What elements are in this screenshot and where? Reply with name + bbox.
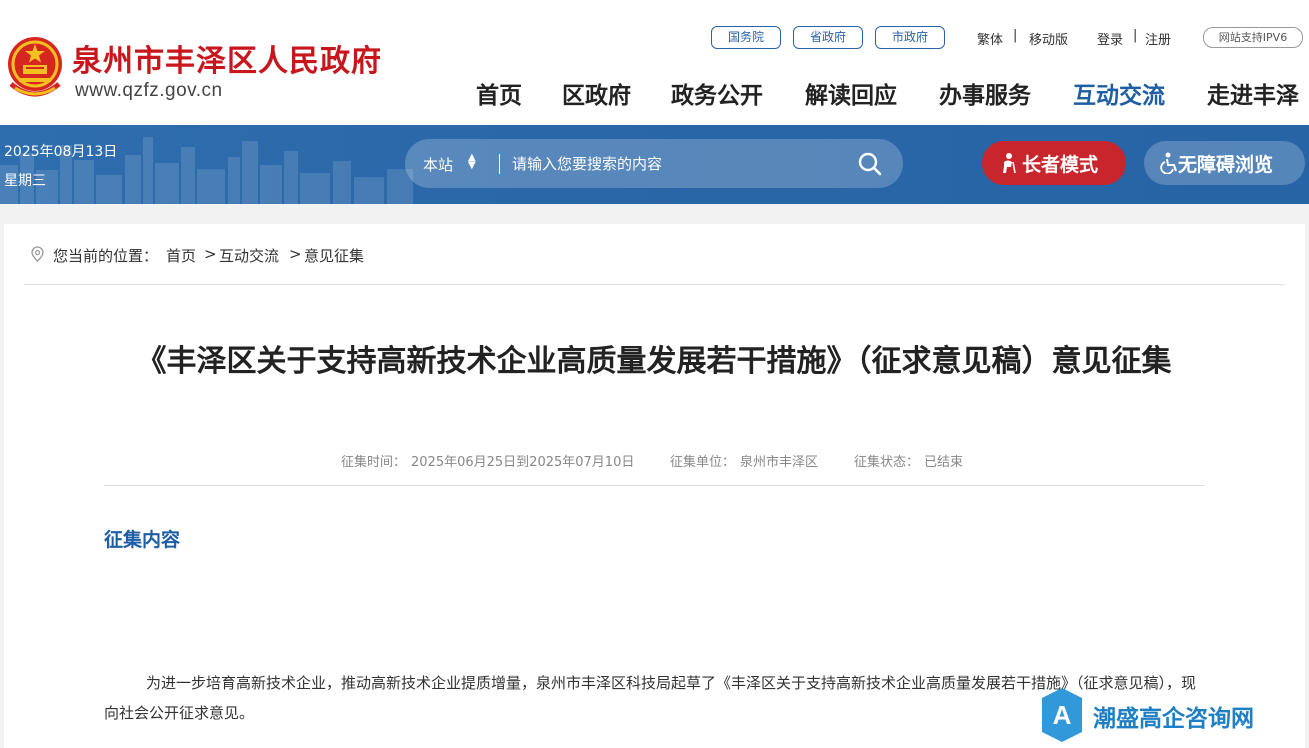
elder-mode-button[interactable]: 长者模式: [982, 141, 1126, 185]
nav-interaction[interactable]: 互动交流: [1073, 76, 1165, 110]
link-provincial-gov[interactable]: 省政府: [793, 26, 863, 49]
separator: |: [1013, 28, 1018, 43]
site-title[interactable]: 泉州市丰泽区人民政府: [72, 36, 382, 80]
accessibility-label: 无障碍浏览: [1178, 154, 1274, 176]
collection-time-label: 征集时间：: [341, 455, 407, 470]
collection-time-value: 2025年06月25日到2025年07月10日: [411, 455, 635, 470]
search-divider: [499, 154, 500, 174]
register-link[interactable]: 注册: [1145, 29, 1171, 48]
collection-status-value: 已结束: [924, 455, 964, 470]
breadcrumb-divider: [24, 284, 1284, 285]
breadcrumb-opinion-collection[interactable]: 意见征集: [304, 245, 364, 266]
nav-about-fengze[interactable]: 走进丰泽: [1207, 76, 1299, 110]
breadcrumb-home[interactable]: 首页: [166, 245, 196, 266]
link-city-gov[interactable]: 市政府: [875, 26, 945, 49]
nav-gov-affairs[interactable]: 政务公开: [671, 76, 763, 110]
meta-divider: [104, 485, 1204, 486]
search-icon[interactable]: [857, 151, 883, 177]
nav-services[interactable]: 办事服务: [939, 76, 1031, 110]
accessibility-button[interactable]: 无障碍浏览: [1144, 141, 1305, 185]
page-title: 《丰泽区关于支持高新技术企业高质量发展若干措施》（征求意见稿）意见征集: [136, 344, 1172, 379]
scope-toggle-icon[interactable]: ▲ ▼: [468, 153, 476, 171]
nav-interpretation[interactable]: 解读回应: [805, 76, 897, 110]
nav-home[interactable]: 首页: [476, 76, 522, 110]
collection-unit-value: 泉州市丰泽区: [740, 455, 819, 470]
collection-unit-label: 征集单位：: [670, 455, 736, 470]
watermark-text: 潮盛高企咨询网: [1093, 705, 1254, 732]
link-state-council[interactable]: 国务院: [711, 26, 781, 49]
collection-status-label: 征集状态：: [854, 455, 920, 470]
login-link[interactable]: 登录: [1097, 29, 1123, 48]
nav-district-gov[interactable]: 区政府: [562, 76, 631, 110]
site-url: www.qzfz.gov.cn: [75, 80, 223, 101]
current-weekday: 星期三: [4, 173, 46, 189]
elder-person-icon: [1003, 153, 1016, 174]
breadcrumb-interaction[interactable]: 互动交流: [219, 245, 279, 266]
search-scope-select[interactable]: 本站: [423, 154, 453, 175]
body-paragraph: 为进一步培育高新技术企业，推动高新技术企业提质增量，泉州市丰泽区科技局起草了《丰…: [104, 674, 1197, 722]
elder-mode-label: 长者模式: [1022, 154, 1099, 176]
location-pin-icon: [31, 246, 44, 262]
current-date: 2025年08月13日: [4, 144, 118, 160]
city-skyline-image: [0, 137, 413, 204]
ipv6-badge: 网站支持IPV6: [1203, 27, 1303, 48]
traditional-chinese-link[interactable]: 繁体: [977, 29, 1003, 48]
wheelchair-icon: [1160, 152, 1177, 174]
separator: |: [1133, 28, 1138, 43]
national-emblem-icon[interactable]: [5, 34, 65, 100]
breadcrumb-separator: >: [204, 245, 217, 263]
breadcrumb-prefix: 您当前的位置：: [53, 247, 159, 265]
section-heading: 征集内容: [104, 529, 181, 551]
search-input[interactable]: [512, 151, 842, 177]
watermark-logo-letter: A: [1053, 700, 1072, 730]
breadcrumb-separator: >: [289, 245, 302, 263]
mobile-version-link[interactable]: 移动版: [1029, 29, 1068, 48]
